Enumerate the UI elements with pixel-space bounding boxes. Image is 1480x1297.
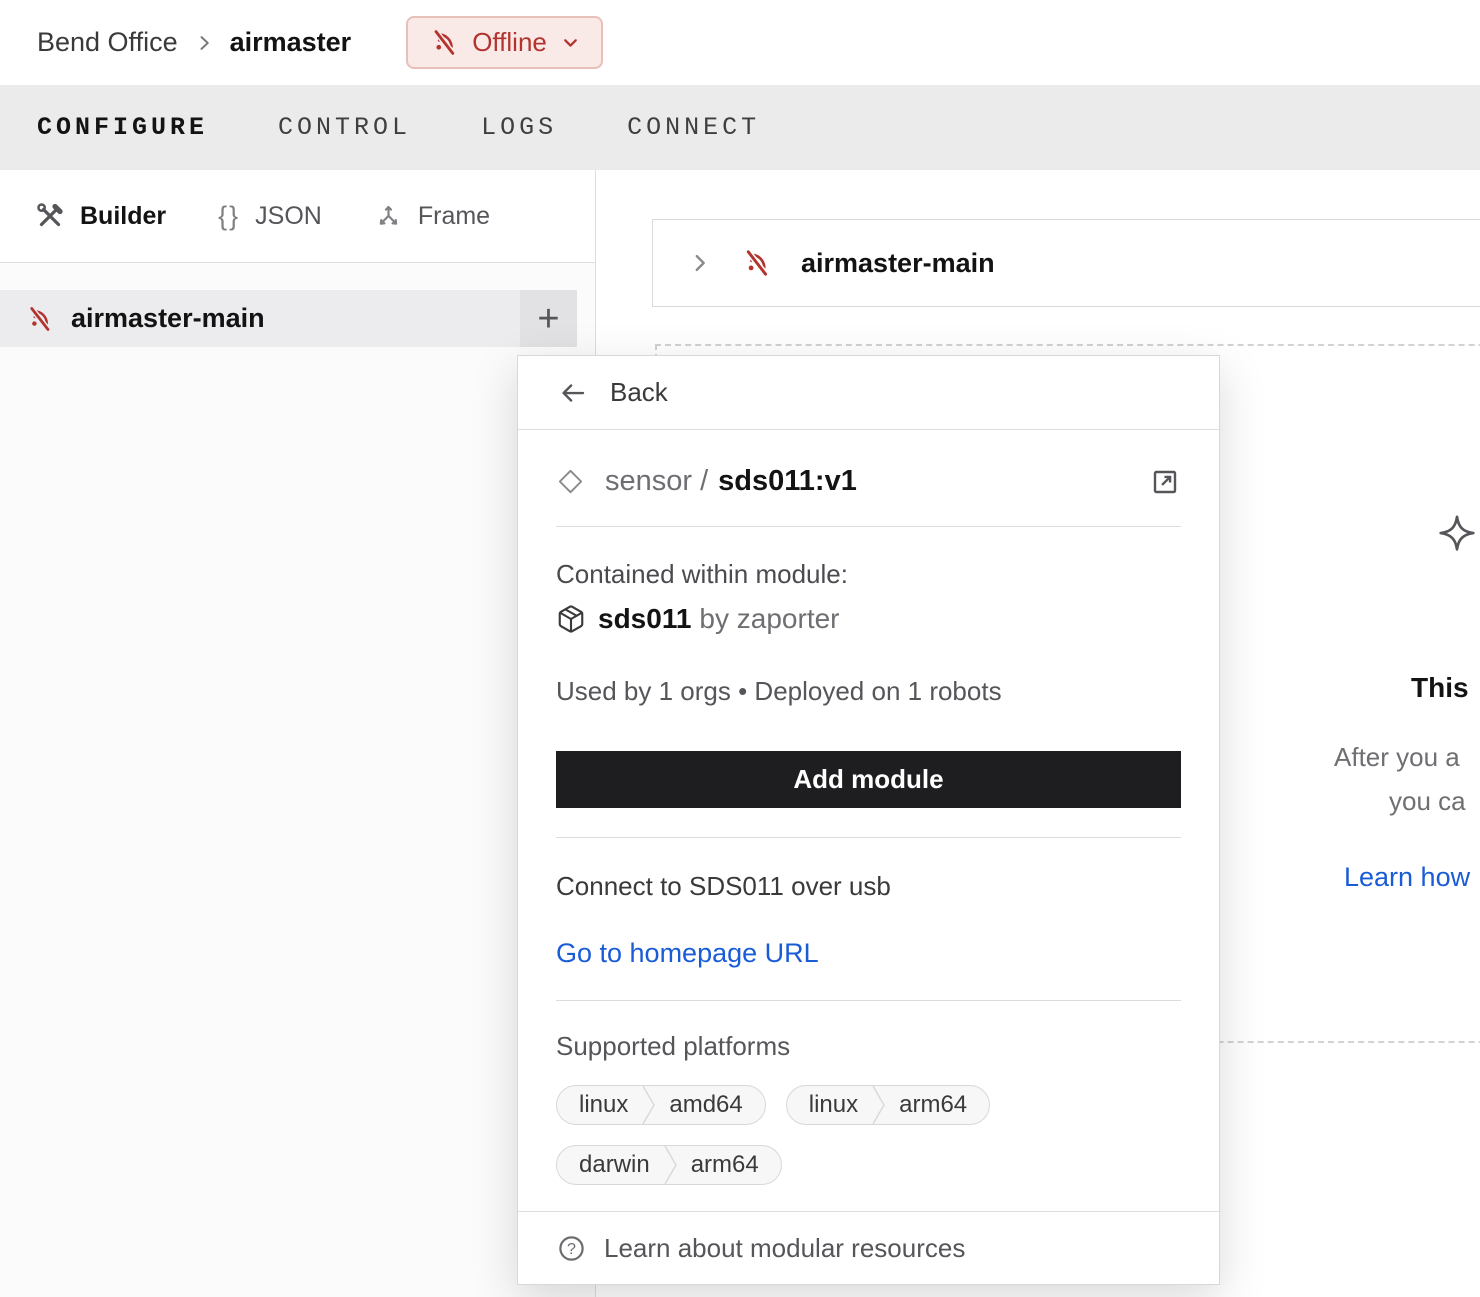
platform-os: darwin — [557, 1146, 664, 1184]
platform-arch: arm64 — [677, 1146, 781, 1184]
contained-label: Contained within module: — [556, 559, 1181, 590]
back-button[interactable]: Back — [518, 356, 1219, 430]
chevron-right-icon[interactable] — [689, 252, 711, 274]
platform-chips: linux amd64 linux arm64 darwin arm64 — [556, 1085, 1096, 1185]
module-title-row: sensor / sds011:v1 — [556, 465, 1181, 498]
chevron-down-icon — [560, 32, 581, 53]
tab-logs[interactable]: LOGS — [481, 113, 557, 142]
module-subtype: sensor / — [605, 465, 708, 498]
breadcrumb-separator-icon — [194, 33, 214, 53]
module-detail-popover: Back sensor / sds011:v1 Contained within… — [517, 355, 1220, 1285]
tab-frame[interactable]: Frame — [374, 202, 490, 231]
back-label: Back — [610, 377, 668, 408]
module-detail-body: sensor / sds011:v1 Contained within modu… — [518, 465, 1219, 1185]
sparkle-icon — [1434, 512, 1480, 558]
platform-chip: darwin arm64 — [556, 1145, 782, 1185]
wifi-off-icon — [24, 304, 54, 334]
status-badge-label: Offline — [472, 27, 547, 58]
wifi-off-icon — [740, 247, 772, 279]
chip-divider-icon — [872, 1085, 885, 1125]
arrow-left-icon — [558, 378, 588, 408]
platform-os: linux — [787, 1086, 872, 1124]
empty-state-heading: This — [1411, 672, 1469, 704]
platform-chip: linux amd64 — [556, 1085, 766, 1125]
tab-connect[interactable]: CONNECT — [627, 113, 760, 142]
platform-arch: amd64 — [655, 1086, 764, 1124]
tab-builder[interactable]: Builder — [35, 201, 166, 231]
module-name: sds011 — [598, 603, 691, 635]
empty-state-text-line2: you ca — [1389, 786, 1466, 817]
module-usage-stats: Used by 1 orgs • Deployed on 1 robots — [556, 676, 1181, 707]
machine-part-title: airmaster-main — [801, 248, 995, 279]
tab-builder-label: Builder — [80, 202, 166, 231]
platform-arch: arm64 — [885, 1086, 989, 1124]
diamond-icon — [556, 467, 585, 496]
nav-tabbar: CONFIGURE CONTROL LOGS CONNECT — [0, 85, 1480, 170]
tab-json[interactable]: {} JSON — [218, 201, 322, 232]
breadcrumb-machine: airmaster — [230, 27, 352, 58]
tab-control[interactable]: CONTROL — [278, 113, 411, 142]
footer-link-label: Learn about modular resources — [604, 1233, 965, 1264]
sidebar-machine-label: airmaster-main — [71, 303, 265, 334]
tools-icon — [35, 201, 65, 231]
homepage-url-link[interactable]: Go to homepage URL — [556, 938, 819, 968]
machine-part-card[interactable]: airmaster-main — [652, 219, 1480, 307]
breadcrumb-location[interactable]: Bend Office — [37, 27, 178, 58]
platform-chip: linux arm64 — [786, 1085, 990, 1125]
module-line: sds011 by zaporter — [556, 603, 1181, 635]
chip-divider-icon — [642, 1085, 655, 1125]
tab-configure[interactable]: CONFIGURE — [37, 113, 208, 142]
divider — [556, 837, 1181, 838]
divider — [556, 1000, 1181, 1001]
empty-state-text-line1: After you a — [1334, 742, 1460, 773]
platform-os: linux — [557, 1086, 642, 1124]
tab-json-label: JSON — [255, 202, 322, 231]
package-icon — [556, 604, 586, 634]
add-component-button[interactable]: + — [520, 290, 577, 347]
add-module-button[interactable]: Add module — [556, 751, 1181, 808]
learn-how-link[interactable]: Learn how — [1344, 862, 1470, 893]
svg-text:?: ? — [567, 1239, 576, 1257]
tab-frame-label: Frame — [418, 202, 490, 231]
axes-icon — [374, 202, 403, 231]
top-header: Bend Office airmaster Offline — [0, 0, 1480, 85]
sidebar-item-machine[interactable]: airmaster-main + — [0, 290, 577, 347]
wifi-off-icon — [428, 27, 459, 58]
module-author: by zaporter — [699, 603, 839, 635]
learn-modular-resources-link[interactable]: ? Learn about modular resources — [518, 1211, 1219, 1284]
braces-icon: {} — [218, 201, 240, 232]
external-link-icon[interactable] — [1149, 466, 1181, 498]
question-circle-icon: ? — [556, 1233, 587, 1264]
supported-platforms-label: Supported platforms — [556, 1031, 1181, 1062]
module-description: Connect to SDS011 over usb — [556, 871, 1181, 902]
builder-mode-tabs: Builder {} JSON Frame — [0, 170, 595, 263]
divider — [556, 526, 1181, 527]
status-badge[interactable]: Offline — [406, 16, 603, 69]
module-model-name: sds011:v1 — [718, 465, 857, 498]
chip-divider-icon — [664, 1145, 677, 1185]
config-sidebar: Builder {} JSON Frame — [0, 170, 596, 1297]
